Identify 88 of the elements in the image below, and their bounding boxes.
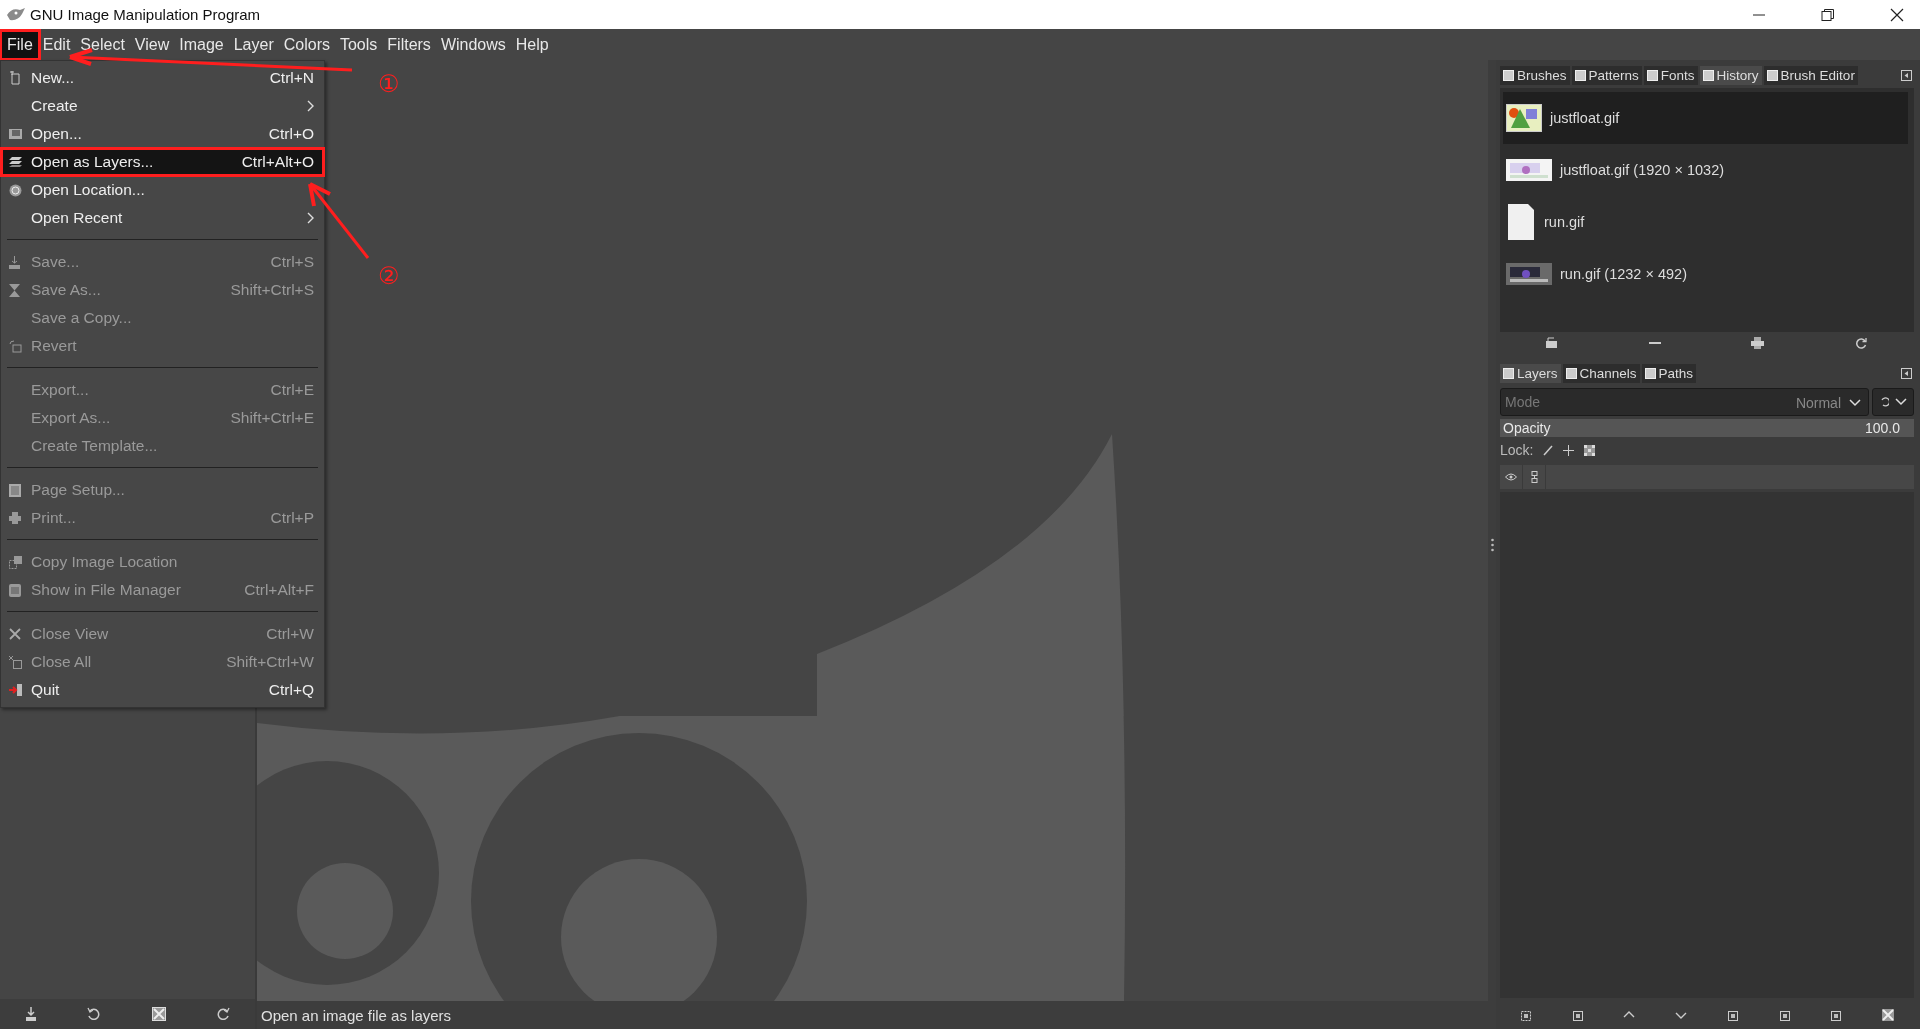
chevron-icon[interactable] xyxy=(1849,399,1861,407)
mask-icon[interactable] xyxy=(1830,1009,1843,1021)
delete-icon[interactable] xyxy=(151,1007,166,1021)
chevron-icon xyxy=(307,212,314,224)
dock-tab[interactable]: Layers xyxy=(1500,363,1561,383)
menu-item[interactable]: Windows xyxy=(435,31,511,58)
new-layer-icon[interactable] xyxy=(1519,1009,1532,1021)
open-icon[interactable] xyxy=(1545,337,1559,349)
layers-icon xyxy=(9,157,22,167)
file-icon xyxy=(1506,202,1536,242)
eye-icon xyxy=(1505,473,1517,481)
app-icon xyxy=(6,6,26,23)
dock-tab[interactable]: Paths xyxy=(1641,363,1697,383)
close-icon xyxy=(9,628,21,640)
history-label: run.gif (1232 × 492) xyxy=(1560,266,1687,282)
print-icon[interactable] xyxy=(1751,337,1765,349)
menu-item[interactable]: Open Location... xyxy=(1,176,324,204)
menu-item[interactable]: Image xyxy=(174,31,229,58)
close-all-icon xyxy=(9,655,22,669)
dock-tab[interactable]: History xyxy=(1699,65,1762,85)
dock-tab[interactable]: Channels xyxy=(1562,363,1640,383)
annotation-number: ① xyxy=(378,70,400,98)
menu-item[interactable]: View xyxy=(129,31,175,58)
save-icon xyxy=(9,255,20,269)
revert-icon xyxy=(9,339,22,353)
menu-item[interactable]: File xyxy=(2,31,38,58)
merge-icon[interactable] xyxy=(1778,1009,1791,1021)
history-label: run.gif xyxy=(1544,214,1585,230)
history-item[interactable]: justfloat.gif (1920 × 1032) xyxy=(1503,144,1908,196)
save-icon[interactable] xyxy=(25,1007,38,1021)
reset-icon[interactable] xyxy=(87,1007,102,1021)
checker-icon[interactable] xyxy=(1584,444,1596,456)
panel-menu-icon[interactable] xyxy=(1901,367,1912,379)
history-item[interactable]: run.gif xyxy=(1503,196,1908,248)
restore-icon[interactable] xyxy=(215,1007,230,1021)
close-button[interactable] xyxy=(1890,7,1904,22)
resize-handle-icon[interactable] xyxy=(1490,537,1494,552)
dock-tab[interactable]: Fonts xyxy=(1643,65,1698,85)
menu-item[interactable]: Layer xyxy=(228,31,279,58)
globe-icon xyxy=(9,183,22,197)
history-item[interactable]: run.gif (1232 × 492) xyxy=(1503,248,1908,300)
menu-item[interactable]: Edit xyxy=(37,31,76,58)
menu-item[interactable]: Open... Ctrl+O xyxy=(1,120,324,148)
menu-item[interactable]: Open Recent xyxy=(1,204,324,232)
status-text: Open an image file as layers xyxy=(261,1006,452,1024)
menu-item[interactable]: Filters xyxy=(382,31,436,58)
dock-tab[interactable]: Brushes xyxy=(1500,65,1570,85)
chain-icon xyxy=(1530,471,1538,483)
mode-value: Normal xyxy=(1795,395,1841,411)
dock-tab[interactable]: Patterns xyxy=(1571,65,1642,85)
page-icon xyxy=(9,483,21,497)
history-label: justfloat.gif (1920 × 1032) xyxy=(1560,162,1725,178)
folder-icon xyxy=(9,583,21,597)
lock-label: Lock: xyxy=(1500,442,1534,458)
composite-mode-button[interactable] xyxy=(1872,388,1914,416)
duplicate-icon[interactable] xyxy=(1726,1009,1739,1021)
menu-item[interactable]: Open as Layers... Ctrl+Alt+O xyxy=(1,148,324,176)
document-icon xyxy=(9,71,22,85)
refresh-icon[interactable] xyxy=(1854,337,1867,349)
copy-icon xyxy=(9,555,22,569)
reset-icon xyxy=(1879,396,1889,408)
chevron-icon xyxy=(1895,398,1907,406)
image-icon xyxy=(9,128,22,140)
menu-item[interactable]: Colors xyxy=(278,31,335,58)
menu-item[interactable]: Create xyxy=(1,92,324,120)
history-label: justfloat.gif xyxy=(1550,110,1620,126)
restore-button[interactable] xyxy=(1821,7,1835,22)
annotation-number: ② xyxy=(378,262,400,290)
dock-tab[interactable]: Brush Editor xyxy=(1763,65,1858,85)
menu-item[interactable]: Select xyxy=(75,31,130,58)
chevron-icon xyxy=(307,100,314,112)
exit-icon xyxy=(9,684,22,696)
hourglass-icon xyxy=(9,283,20,297)
menu-item[interactable]: Quit Ctrl+Q xyxy=(1,676,324,704)
print-icon xyxy=(9,512,21,524)
delete-icon[interactable] xyxy=(1882,1009,1895,1021)
brush-icon[interactable] xyxy=(1543,444,1554,456)
menu-item[interactable]: Help xyxy=(510,31,554,58)
opacity-slider[interactable]: Opacity 100.0 xyxy=(1500,419,1914,437)
image-icon xyxy=(1506,104,1542,132)
menu-item[interactable]: Tools xyxy=(334,31,383,58)
window-title: GNU Image Manipulation Program xyxy=(30,6,261,23)
new-group-icon[interactable] xyxy=(1571,1009,1584,1021)
panel-menu-icon[interactable] xyxy=(1901,69,1912,81)
history-item[interactable]: justfloat.gif xyxy=(1503,92,1908,144)
menu-item[interactable]: New... Ctrl+N xyxy=(1,64,324,92)
minus-icon[interactable] xyxy=(1648,341,1661,345)
move-icon[interactable] xyxy=(1563,444,1575,456)
